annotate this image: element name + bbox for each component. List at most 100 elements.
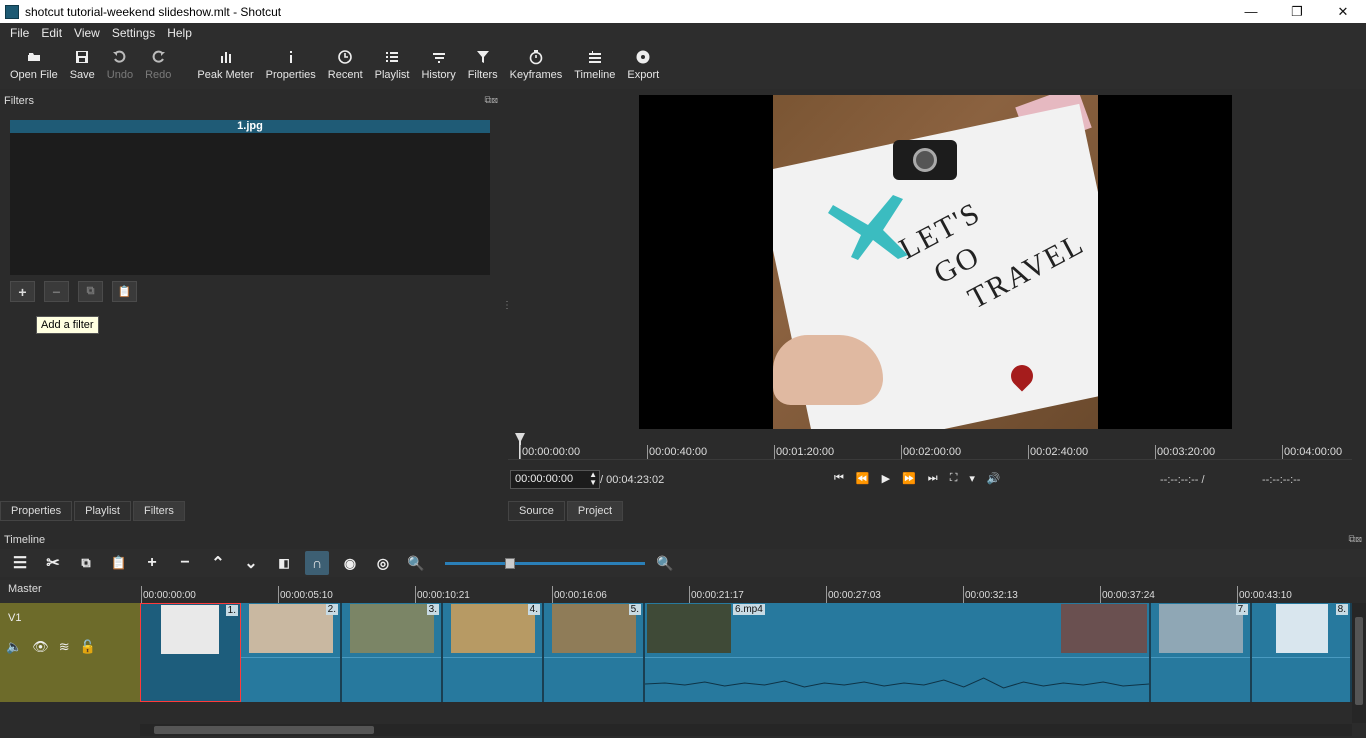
dropdown-arrow-icon[interactable]: ▾	[969, 472, 975, 485]
clip-1[interactable]: 1.	[140, 603, 241, 702]
track-v1[interactable]: 1. 2. 3. 4. 5. 6.mp4 7. 8.	[140, 603, 1352, 702]
timeline-ruler[interactable]: 00:00:00:00 00:00:05:10 00:00:10:21 00:00:1…	[140, 580, 1352, 603]
menu-view[interactable]: View	[74, 26, 100, 40]
copy-filter-button[interactable]: ⧉	[78, 281, 103, 302]
track-v1-header[interactable]: V1 🔈 👁 ≋ 🔓	[0, 603, 140, 702]
scrollbar-thumb[interactable]	[154, 726, 374, 734]
clip-7[interactable]: 7.	[1151, 603, 1252, 702]
timeline-button[interactable]: Timeline	[568, 43, 621, 81]
paste-filter-button[interactable]: 📋	[112, 281, 137, 302]
skip-to-start-icon[interactable]: ⏮	[834, 472, 844, 485]
lift-icon[interactable]: ⌃	[206, 551, 230, 575]
peak-meter-button[interactable]: Peak Meter	[191, 43, 259, 81]
composite-layers-icon[interactable]: ≋	[59, 639, 70, 655]
clip-thumbnail	[1159, 604, 1243, 653]
clip-label: 7.	[1235, 604, 1248, 615]
timeline-horizontal-scrollbar[interactable]	[140, 724, 1352, 736]
remove-filter-button[interactable]: −	[44, 281, 69, 302]
scrub-eye-icon[interactable]: ◉	[338, 551, 362, 575]
filter-list[interactable]: 1.jpg	[10, 120, 490, 275]
timeline-vertical-scrollbar[interactable]	[1352, 603, 1366, 723]
add-filter-button[interactable]: +	[10, 281, 35, 302]
zoom-slider-handle[interactable]	[505, 557, 515, 569]
current-time-input[interactable]: 00:00:00:00 ▲ ▼	[510, 470, 600, 489]
audio-waveform	[645, 677, 1149, 689]
filters-button[interactable]: Filters	[462, 43, 504, 81]
remove-icon[interactable]: −	[173, 551, 197, 575]
overwrite-icon[interactable]: ⌄	[239, 551, 263, 575]
cut-icon[interactable]: ✂	[41, 551, 65, 575]
menu-bar: File Edit View Settings Help	[0, 23, 1366, 43]
timeline-float-close-icons[interactable]: ⧉⊠	[1349, 534, 1363, 545]
scrubber-tick	[901, 445, 902, 459]
camera-icon	[893, 140, 957, 180]
fast-forward-icon[interactable]: ⏩	[902, 472, 916, 485]
clip-2[interactable]: 2.	[241, 603, 342, 702]
ruler-tick	[278, 586, 279, 603]
snap-magnet-icon[interactable]: ∩	[305, 551, 329, 575]
undo-icon	[112, 50, 126, 63]
title-bar: shotcut tutorial-weekend slideshow.mlt -…	[0, 0, 1366, 23]
clip-4[interactable]: 4.	[443, 603, 544, 702]
timeline-panel-title: Timeline	[4, 534, 46, 546]
export-button[interactable]: Export	[621, 43, 665, 81]
ripple-icon[interactable]: ◎	[371, 551, 395, 575]
rewind-icon[interactable]: ⏪	[856, 472, 870, 485]
maximize-button[interactable]: ❐	[1274, 0, 1320, 23]
clip-5[interactable]: 5.	[544, 603, 645, 702]
scrubber-tick	[1282, 445, 1283, 459]
play-icon[interactable]: ▶	[882, 472, 890, 485]
open-file-button[interactable]: Open File	[4, 43, 64, 81]
zoom-out-icon[interactable]: 🔍	[404, 551, 428, 575]
ruler-time-label: 00:00:05:10	[280, 590, 333, 601]
history-button[interactable]: History	[415, 43, 461, 81]
copy-icon[interactable]: ⧉	[74, 551, 98, 575]
minimize-button[interactable]: —	[1228, 0, 1274, 23]
in-point: --:--:--:-- /	[1160, 474, 1205, 486]
video-viewer[interactable]: LET'S GO TRAVEL	[639, 95, 1232, 429]
ruler-time-label: 00:00:00:00	[143, 590, 196, 601]
tab-project[interactable]: Project	[566, 501, 624, 521]
redo-button[interactable]: Redo	[139, 43, 177, 81]
playlist-button[interactable]: Playlist	[369, 43, 416, 81]
tab-source[interactable]: Source	[508, 501, 565, 521]
tab-playlist[interactable]: Playlist	[74, 501, 131, 521]
clip-thumbnail	[249, 604, 333, 653]
append-icon[interactable]: +	[140, 551, 164, 575]
clip-thumbnail	[1276, 604, 1328, 653]
keyframes-button[interactable]: Keyframes	[504, 43, 569, 81]
lock-icon[interactable]: 🔓	[80, 639, 96, 655]
menu-settings[interactable]: Settings	[112, 26, 155, 40]
clip-3[interactable]: 3.	[342, 603, 443, 702]
scrubber-bar[interactable]: 00:00:00:00 00:00:40:00 00:01:20:00 00:02:0…	[508, 433, 1352, 460]
split-icon[interactable]: ◧	[272, 551, 296, 575]
hide-eye-icon[interactable]: 👁	[32, 639, 49, 655]
properties-button[interactable]: Properties	[260, 43, 322, 81]
clip-8[interactable]: 8.	[1252, 603, 1352, 702]
zoom-fit-icon[interactable]: ⛶	[950, 472, 958, 485]
clip-thumbnail	[161, 605, 219, 654]
undo-button[interactable]: Undo	[101, 43, 139, 81]
close-button[interactable]: ✕	[1320, 0, 1366, 23]
scrollbar-thumb[interactable]	[1355, 617, 1363, 705]
timeline-menu-icon[interactable]: ☰	[8, 551, 32, 575]
zoom-in-icon[interactable]: 🔍	[653, 551, 677, 575]
menu-help[interactable]: Help	[167, 26, 192, 40]
spinner-icon[interactable]: ▲ ▼	[589, 471, 597, 487]
panel-float-close-icons[interactable]: ⧉⊠	[485, 95, 499, 106]
zoom-slider[interactable]	[445, 557, 645, 569]
save-button[interactable]: Save	[64, 43, 101, 81]
paste-icon[interactable]: 📋	[107, 551, 131, 575]
ruler-tick	[141, 586, 142, 603]
left-panel-tabs: Properties Playlist Filters	[0, 501, 187, 521]
tab-properties[interactable]: Properties	[0, 501, 73, 521]
clip-6[interactable]: 6.mp4	[645, 603, 1151, 702]
skip-to-end-icon[interactable]: ⏭	[928, 472, 938, 485]
menu-file[interactable]: File	[10, 26, 29, 40]
recent-button[interactable]: Recent	[322, 43, 369, 81]
volume-icon[interactable]: 🔊	[987, 472, 1001, 485]
panel-splitter-handle[interactable]: ⋮	[502, 300, 512, 311]
tab-filters[interactable]: Filters	[132, 501, 185, 521]
mute-icon[interactable]: 🔈	[6, 639, 22, 655]
menu-edit[interactable]: Edit	[41, 26, 62, 40]
